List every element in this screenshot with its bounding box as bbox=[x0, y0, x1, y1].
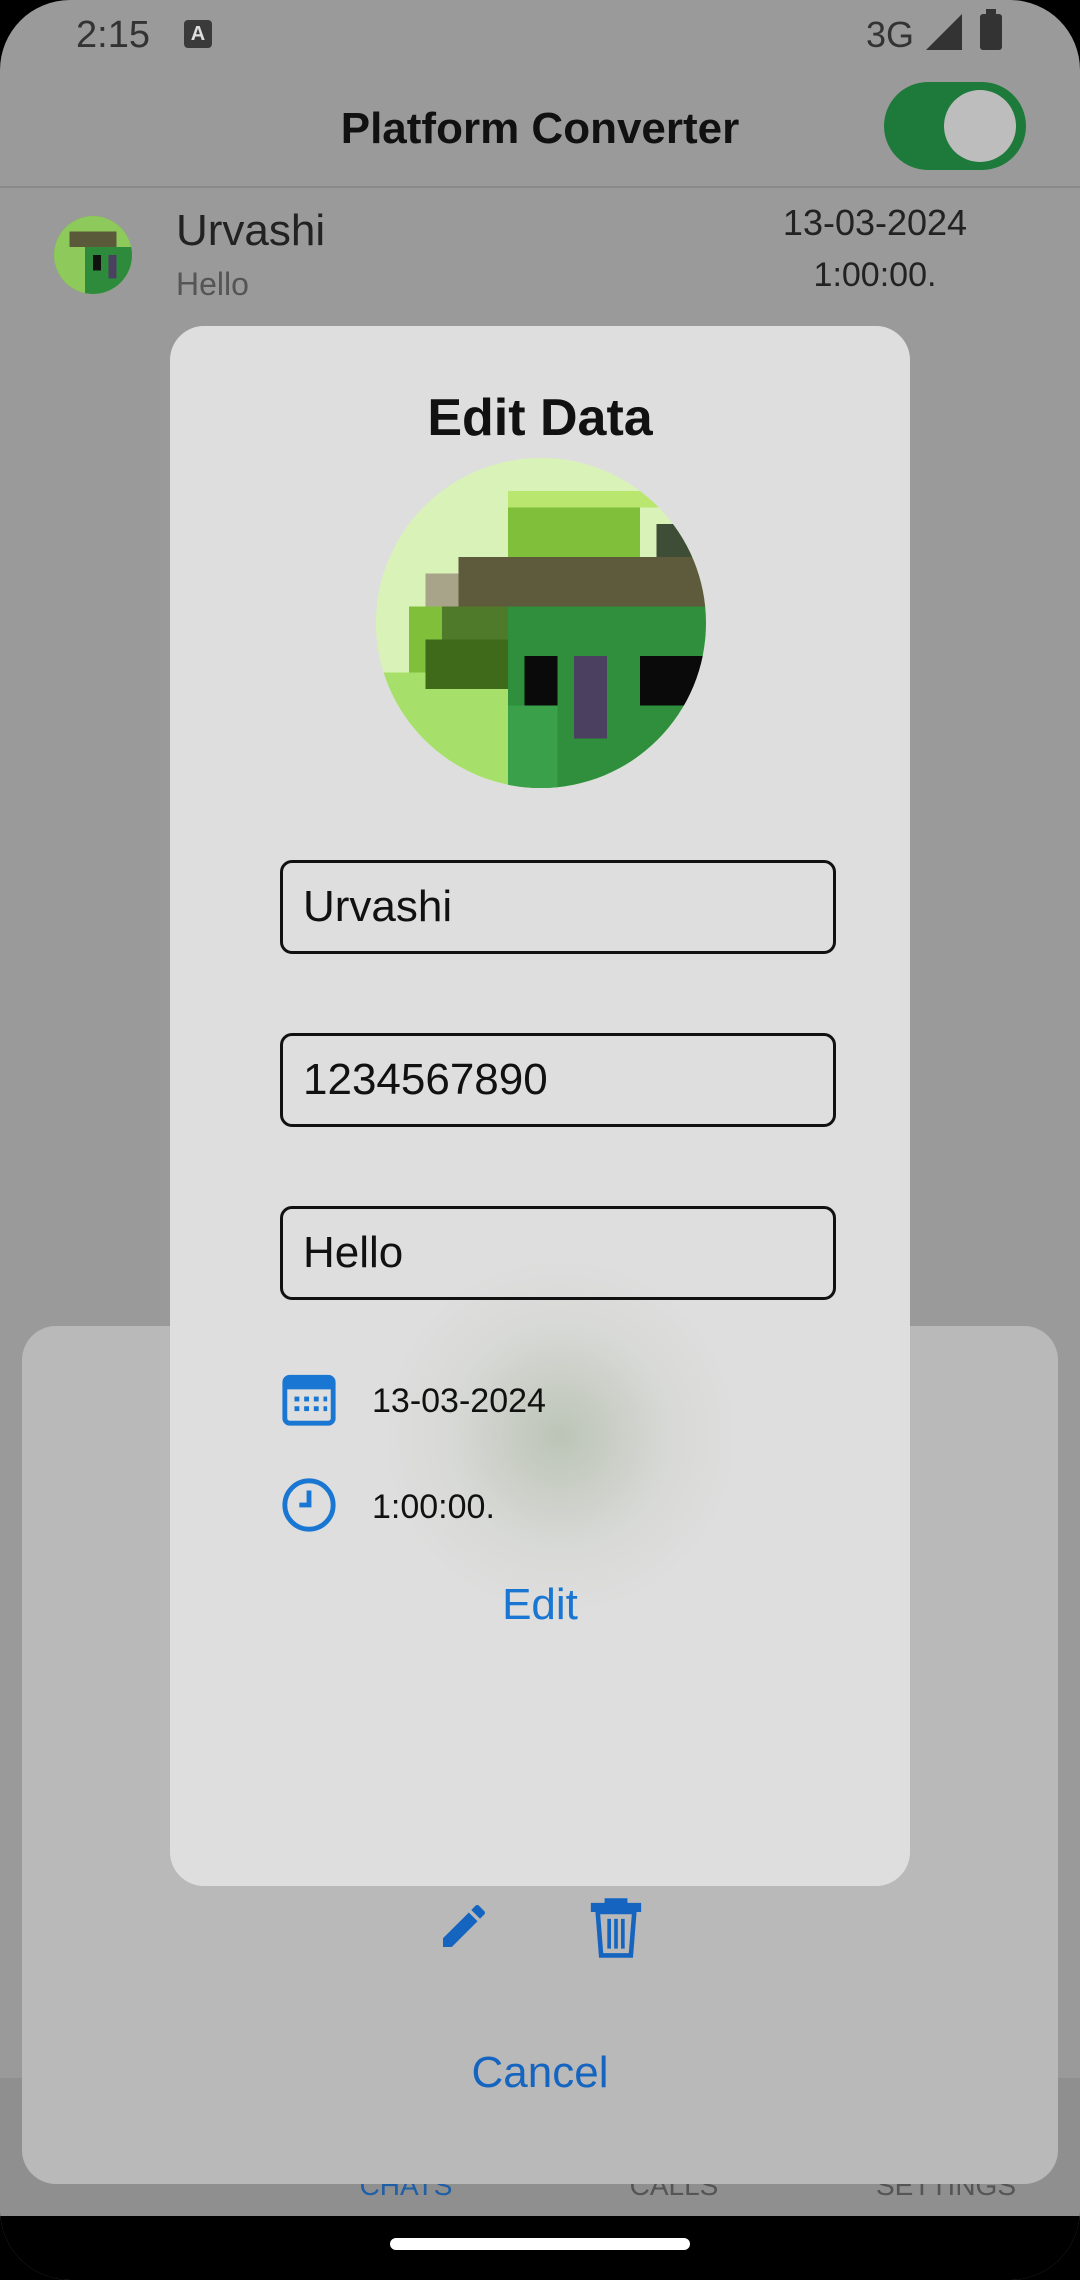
toggle-knob bbox=[944, 90, 1016, 162]
platform-toggle[interactable] bbox=[884, 82, 1026, 170]
battery-icon bbox=[980, 9, 1002, 50]
contact-name: Urvashi bbox=[176, 206, 326, 255]
dialog-title: Edit Data bbox=[427, 389, 653, 447]
name-field[interactable] bbox=[280, 860, 836, 954]
phone-field[interactable] bbox=[280, 1033, 836, 1127]
network-type: 3G bbox=[866, 14, 915, 55]
app-bar: Platform Converter bbox=[0, 70, 1080, 188]
screen: 2:15 A 3G Platform Converter Urvashi Hel… bbox=[0, 0, 1080, 2280]
clock-icon[interactable] bbox=[280, 1476, 338, 1534]
accessibility-icon: A bbox=[184, 20, 212, 48]
message-field[interactable] bbox=[280, 1206, 836, 1300]
chat-list-item[interactable]: Urvashi Hello 13-03-2024 1:00:00. bbox=[0, 188, 1080, 318]
status-bar: 2:15 A 3G bbox=[0, 0, 1080, 70]
pencil-icon[interactable] bbox=[436, 1898, 492, 1954]
profile-avatar[interactable] bbox=[376, 458, 706, 788]
message-date: 13-03-2024 bbox=[782, 202, 968, 243]
edit-button[interactable]: Edit bbox=[170, 1580, 910, 1630]
name-input[interactable] bbox=[283, 863, 833, 951]
edit-dialog: Edit Data Urvashi 1234567890 Hello 13-03… bbox=[170, 326, 910, 1886]
phone-input[interactable] bbox=[283, 1036, 833, 1124]
status-time: 2:15 bbox=[76, 14, 150, 56]
selected-date: 13-03-2024 bbox=[372, 1382, 546, 1420]
signal-icon bbox=[926, 14, 962, 50]
dialog-glow bbox=[380, 1256, 740, 1616]
message-input[interactable] bbox=[283, 1209, 833, 1297]
selected-time: 1:00:00. bbox=[372, 1488, 495, 1526]
cancel-button[interactable]: Cancel bbox=[380, 2048, 700, 2098]
message-time: 1:00:00. bbox=[813, 256, 937, 294]
trash-icon[interactable] bbox=[588, 1896, 644, 1960]
avatar bbox=[54, 216, 132, 294]
calendar-icon[interactable] bbox=[280, 1370, 338, 1428]
last-message: Hello bbox=[176, 266, 249, 302]
home-indicator[interactable] bbox=[390, 2238, 690, 2250]
